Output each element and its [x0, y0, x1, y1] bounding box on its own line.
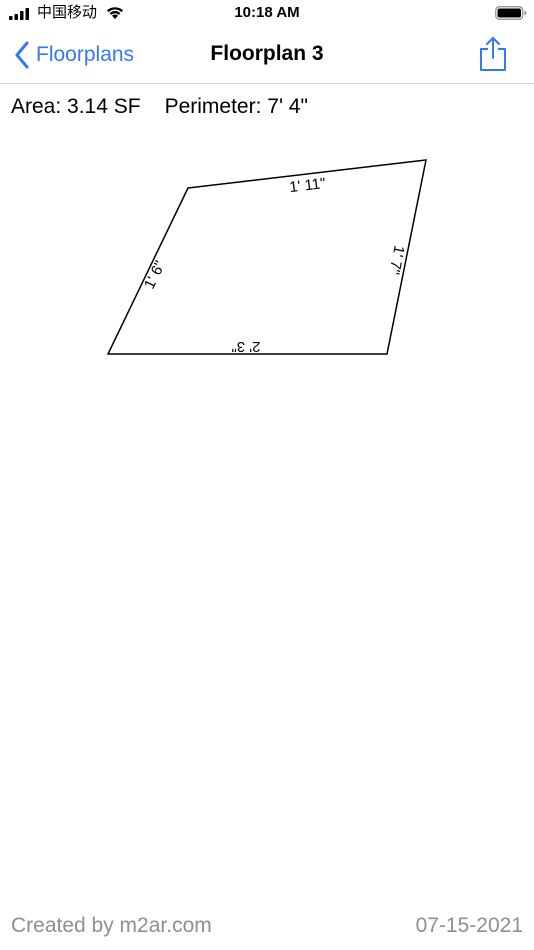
edge-label-top: 1' 11": [288, 175, 326, 196]
plan-metrics: Area: 3.14 SF Perimeter: 7' 4": [11, 94, 308, 120]
edge-label-bottom: 2' 3": [231, 338, 260, 355]
floorplan-canvas: 1' 11" 1' 7" 2' 3" 1' 6": [106, 159, 427, 355]
page-title: Floorplan 3: [210, 42, 324, 65]
status-time: 10:18 AM: [234, 4, 300, 21]
area-label: Area: 3.14 SF: [11, 95, 141, 118]
edge-label-right: 1' 7": [385, 244, 407, 276]
floorplan-outline: [106, 159, 427, 355]
footer-credit: Created by m2ar.com: [11, 914, 212, 937]
navigation-bar: Floorplans Floorplan 3: [0, 28, 534, 84]
share-icon[interactable]: [477, 36, 509, 72]
battery-icon: [495, 6, 527, 20]
status-bar: 中国移动 10:18 AM: [0, 0, 534, 28]
footer-date: 07-15-2021: [415, 914, 523, 937]
edge-label-left: 1' 6": [141, 258, 169, 292]
perimeter-label: Perimeter: 7' 4": [164, 95, 308, 118]
screen: 中国移动 10:18 AM Floorplans Floorplan 3 Are…: [0, 0, 534, 950]
